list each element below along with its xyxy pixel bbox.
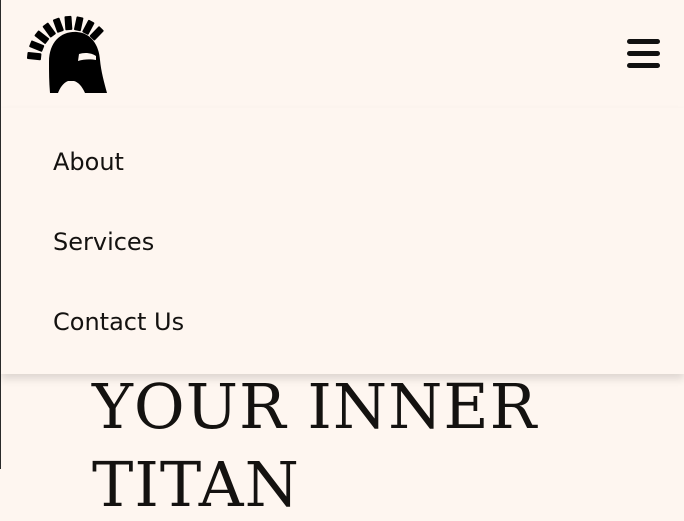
spartan-helmet-icon: [26, 15, 107, 94]
site-header: [0, 0, 684, 108]
hamburger-menu-button[interactable]: [622, 34, 666, 74]
hamburger-menu-icon-bar: [627, 51, 660, 56]
hamburger-menu-icon: [627, 39, 660, 44]
nav-item-contact-us[interactable]: Contact Us: [53, 302, 184, 342]
hero-heading-line-1: YOUR INNER: [92, 370, 538, 443]
page-left-border: [0, 0, 1, 469]
nav-dropdown-menu: About Services Contact Us: [1, 108, 684, 374]
nav-item-about[interactable]: About: [53, 142, 124, 182]
site-logo[interactable]: [25, 10, 109, 96]
hamburger-menu-icon-bar: [627, 63, 660, 68]
hero-heading-line-2: TITAN: [92, 448, 300, 521]
nav-item-services[interactable]: Services: [53, 222, 154, 262]
